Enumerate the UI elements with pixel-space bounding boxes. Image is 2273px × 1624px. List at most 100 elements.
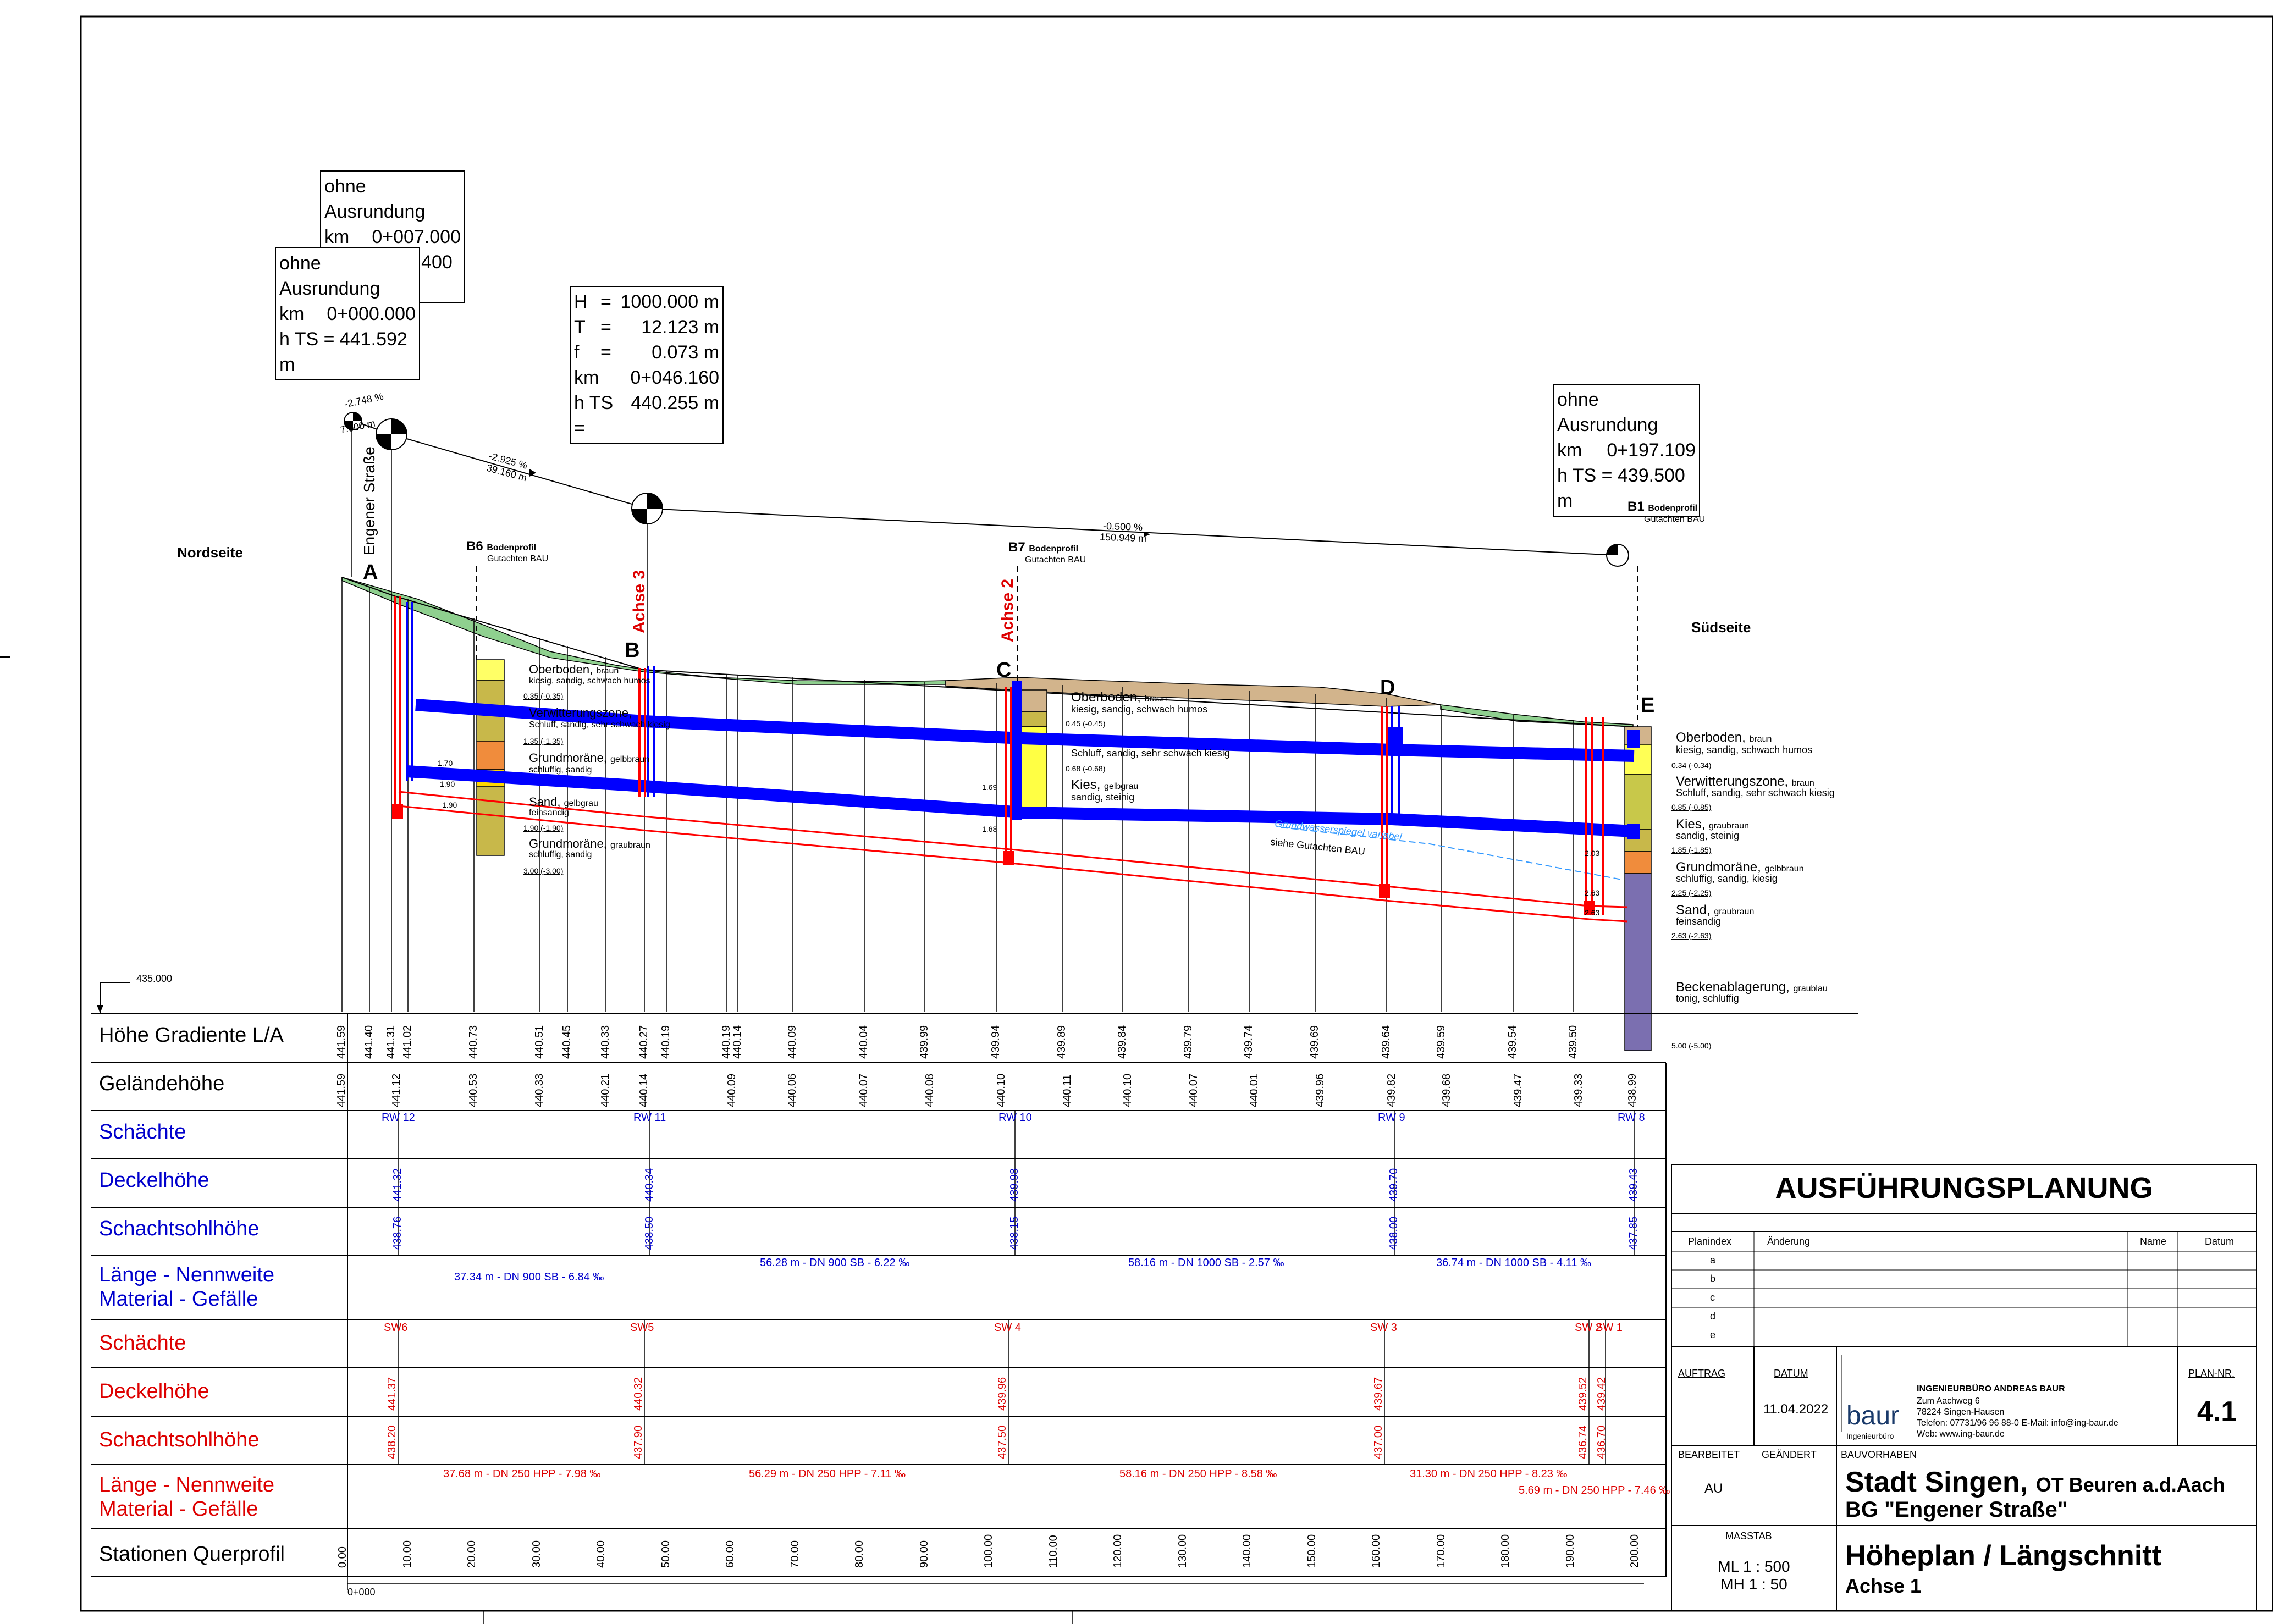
gradiente-value: 440.09 xyxy=(786,1025,798,1059)
rw-pipe-1: 37.34 m - DN 900 SB - 6.84 ‰ xyxy=(454,1271,604,1283)
point-b: B xyxy=(625,639,640,662)
index-b: b xyxy=(1710,1273,1716,1284)
sw-pipe-1: 37.68 m - DN 250 HPP - 7.98 ‰ xyxy=(443,1468,601,1480)
soil-b1-6-depth: 5.00 (-5.00) xyxy=(1671,1041,1712,1050)
sw-sohle-value: 436.74 xyxy=(1577,1425,1589,1459)
soil-b6-3-name: Grundmoräne, gelbbraun xyxy=(529,751,650,765)
station-value: 180.00 xyxy=(1499,1534,1511,1568)
soil-b1-6-desc: tonig, schluffig xyxy=(1676,993,1739,1004)
station-value: 60.00 xyxy=(724,1540,736,1568)
gelaende-value: 438.99 xyxy=(1626,1073,1638,1107)
point-d: D xyxy=(1380,676,1395,699)
gelaende-value: 440.08 xyxy=(924,1073,936,1107)
rw-sohle-value: 438.00 xyxy=(1388,1216,1400,1250)
rw-deckel-value: 441.32 xyxy=(391,1168,404,1202)
gelaende-value: 440.06 xyxy=(786,1073,798,1107)
borehole-b7-header: B7 Bodenprofil xyxy=(1008,540,1079,555)
start-station: 0+000 xyxy=(347,1587,376,1598)
axis-3-label: Achse 3 xyxy=(630,570,648,633)
station-value: 90.00 xyxy=(918,1540,930,1568)
soil-b1-3-depth: 1.85 (-1.85) xyxy=(1671,846,1712,854)
station-grid-lines xyxy=(341,577,1634,1012)
gradiente-value: 441.02 xyxy=(401,1025,413,1059)
station-value: 200.00 xyxy=(1629,1534,1641,1568)
point-a: A xyxy=(363,561,378,584)
rw-pipe-3: 58.16 m - DN 1000 SB - 2.57 ‰ xyxy=(1128,1257,1284,1269)
terrain-green-right xyxy=(1440,704,1634,727)
gelaende-value: 440.11 xyxy=(1061,1074,1073,1107)
label-plan-nr: PLAN-NR. xyxy=(2188,1368,2235,1379)
gradiente-value: 441.59 xyxy=(335,1025,347,1059)
station-value: 50.00 xyxy=(659,1540,672,1568)
borehole-b1-sub: Gutachten BAU xyxy=(1644,515,1706,524)
soil-b6-4-name: Sand, gelbgrau xyxy=(529,795,598,809)
table-shaft-lines xyxy=(398,1111,1635,1465)
row-label-schaechte-rw: Schächte xyxy=(99,1120,186,1144)
info-box-curve: H = 1000.000 m T = 12.123 m f = 0.073 m km 0+04… xyxy=(570,286,724,444)
b6-mark-190b: 1.90 xyxy=(442,800,457,809)
soil-b6-5-desc: schluffig, sandig xyxy=(529,850,592,859)
station-value: 160.00 xyxy=(1370,1534,1382,1568)
row-label-gelaende: Geländehöhe xyxy=(99,1072,225,1095)
tangent-point-circles xyxy=(344,412,1629,567)
gelaende-value: 440.10 xyxy=(995,1073,1007,1107)
gradiente-value: 439.50 xyxy=(1567,1025,1579,1059)
soil-b7-1-desc: kiesig, sandig, schwach humos xyxy=(1071,704,1208,715)
soil-b1-2-desc: Schluff, sandig, sehr schwach kiesig xyxy=(1676,787,1835,798)
b7-mark-1: 1.69 xyxy=(982,783,997,792)
soil-b7-2-desc: Schluff, sandig, sehr schwach kiesig xyxy=(1071,748,1230,759)
row-label-deckel-rw: Deckelhöhe xyxy=(99,1169,209,1192)
sw-shaft-label: SW 1 xyxy=(1596,1322,1623,1334)
rw-deckel-value: 439.70 xyxy=(1388,1168,1400,1202)
station-value: 10.00 xyxy=(401,1540,413,1568)
rw-sohle-value: 438.50 xyxy=(643,1216,655,1250)
borehole-b7-sub: Gutachten BAU xyxy=(1025,555,1086,565)
gradiente-value: 439.69 xyxy=(1309,1025,1321,1059)
sw-shaft-label: SW 4 xyxy=(994,1322,1021,1334)
row-label-laenge-sw-1: Länge - Nennweite xyxy=(99,1473,274,1496)
gradiente-value: 441.31 xyxy=(385,1025,397,1059)
firm-city: 78224 Singen-Hausen xyxy=(1917,1407,2005,1417)
row-label-sohle-rw: Schachtsohlhöhe xyxy=(99,1217,260,1240)
gradiente-value: 439.84 xyxy=(1116,1025,1128,1059)
sw-deckel-value: 440.32 xyxy=(632,1377,644,1411)
gelaende-value: 439.68 xyxy=(1441,1073,1453,1107)
b1-mark-1: 2.03 xyxy=(1585,849,1600,858)
plan-nr: 4.1 xyxy=(2197,1396,2237,1428)
gelaende-value: 440.21 xyxy=(599,1073,611,1107)
gelaende-value: 440.10 xyxy=(1122,1073,1134,1107)
gelaende-value: 441.59 xyxy=(335,1073,347,1107)
gelaende-value: 439.47 xyxy=(1512,1073,1524,1107)
firm-logo-sub: Ingenieurbüro xyxy=(1846,1432,1894,1440)
label-bauvorhaben: BAUVORHABEN xyxy=(1841,1449,1917,1460)
gelaende-value: 440.07 xyxy=(858,1073,870,1107)
station-value: 70.00 xyxy=(788,1540,801,1568)
sw-shaft-label: SW 3 xyxy=(1370,1322,1397,1334)
borehole-b1-header: B1 Bodenprofil xyxy=(1627,499,1698,514)
soil-b1-1-depth: 0.34 (-0.34) xyxy=(1671,761,1712,770)
gelaende-value: 439.82 xyxy=(1386,1073,1398,1107)
gradiente-value: 440.27 xyxy=(638,1025,650,1059)
station-value: 130.00 xyxy=(1176,1534,1189,1568)
soil-b7-3-desc: sandig, steinig xyxy=(1071,792,1135,803)
col-name: Name xyxy=(2140,1236,2167,1247)
soil-b7-3-name: Kies, gelbgrau xyxy=(1071,777,1139,792)
label-auftrag: AUFTRAG xyxy=(1678,1368,1726,1379)
firm-name: INGENIEURBÜRO ANDREAS BAUR xyxy=(1917,1384,2065,1394)
title-heading: AUSFÜHRUNGSPLANUNG xyxy=(1775,1172,2153,1205)
station-value: 20.00 xyxy=(466,1540,478,1568)
soil-b1-3-desc: sandig, steinig xyxy=(1676,830,1740,841)
gradiente-value: 439.54 xyxy=(1507,1025,1519,1059)
b7-mark-2: 1.68 xyxy=(982,825,997,833)
firm-web: Web: www.ing-baur.de xyxy=(1917,1429,2005,1439)
soil-b6-4-depth: 1.90 (-1.90) xyxy=(523,824,564,832)
info-box-km-197: ohne Ausrundung km 0+197.109 h TS = 439.5… xyxy=(1553,384,1700,517)
gradiente-value: 440.19 xyxy=(660,1025,672,1059)
firm-logo: baur xyxy=(1846,1401,1900,1430)
borehole-dash-lines xyxy=(476,566,1638,727)
sw-deckel-value: 439.42 xyxy=(1596,1377,1608,1411)
project-city: Stadt Singen, OT Beuren a.d.Aach xyxy=(1845,1466,2225,1498)
row-label-laenge-rw-1: Länge - Nennweite xyxy=(99,1263,274,1286)
sw-deckel-value: 439.52 xyxy=(1577,1377,1589,1411)
station-value: 110.00 xyxy=(1047,1535,1060,1568)
